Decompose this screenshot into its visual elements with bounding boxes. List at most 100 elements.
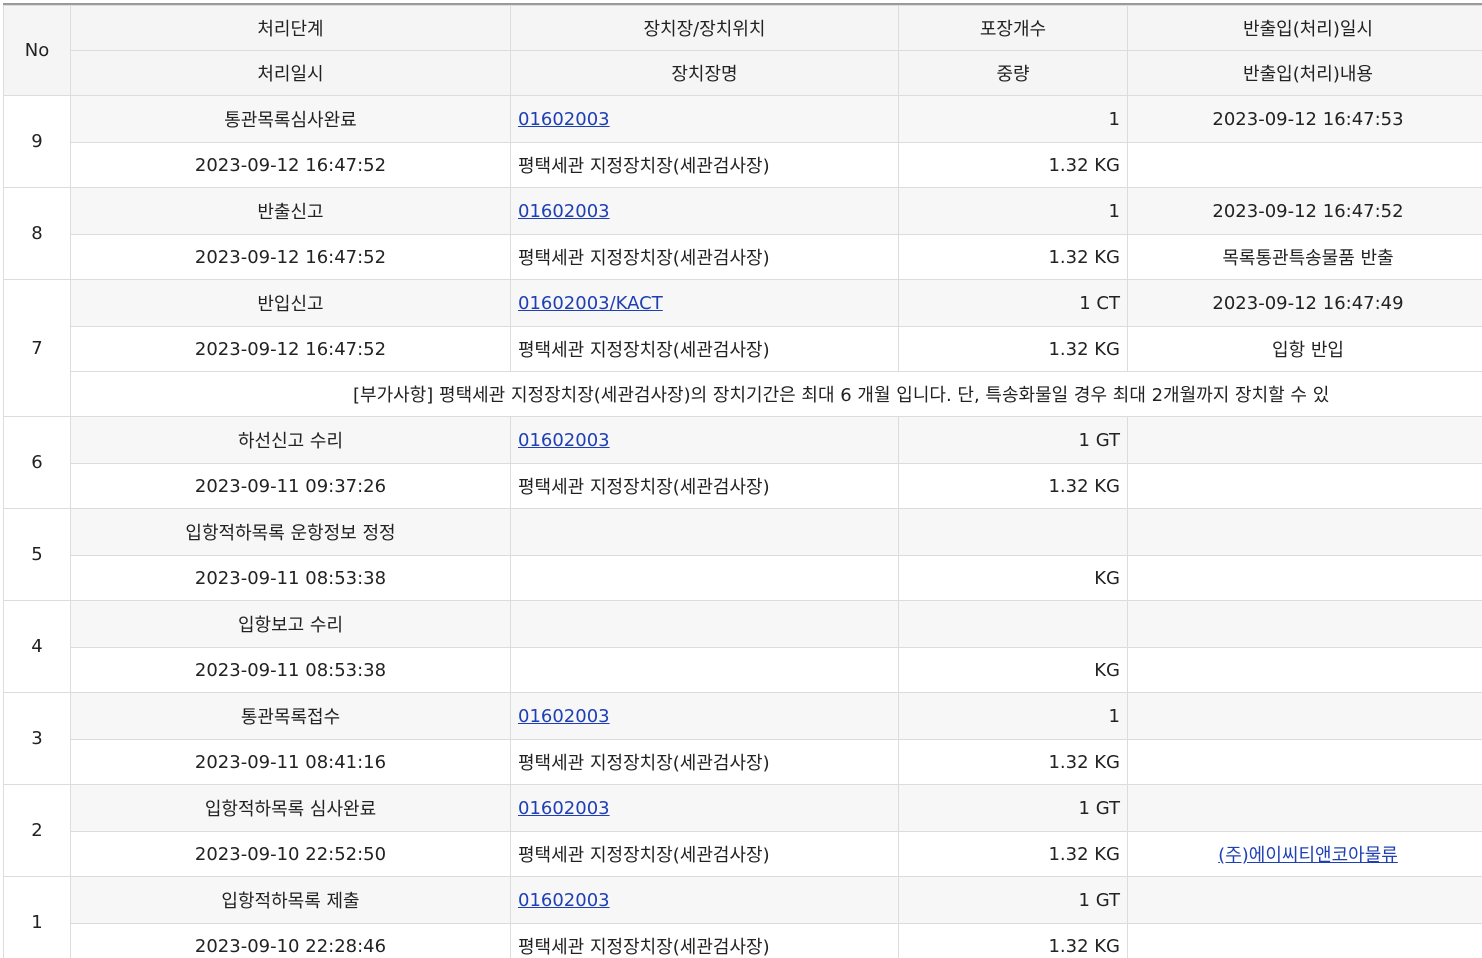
location-cell: 01602003: [510, 416, 899, 464]
table-row: 9 통관목록심사완료 01602003 1 2023-09-12 16:47:5…: [3, 95, 1482, 188]
table-body: 9 통관목록심사완료 01602003 1 2023-09-12 16:47:5…: [3, 95, 1482, 958]
location-link[interactable]: 01602003: [518, 430, 610, 451]
table-row-detail: 2023-09-12 16:47:52 평택세관 지정장치장(세관검사장) 1.…: [4, 326, 1482, 372]
table-row-note: [부가사항] 평택세관 지정장치장(세관검사장)의 장치기간은 최대 6 개월 …: [4, 371, 1482, 417]
header-package-count: 포장개수: [898, 5, 1128, 51]
io-content: 목록통관특송물품 반출: [1127, 234, 1482, 280]
table-row-detail: 2023-09-12 16:47:52 평택세관 지정장치장(세관검사장) 1.…: [4, 234, 1482, 280]
table-row-detail: 2023-09-11 08:53:38 KG: [4, 555, 1482, 601]
company-link[interactable]: (주)에이씨티앤코아물류: [1218, 845, 1398, 866]
io-time: [1127, 784, 1482, 832]
cargo-tracking-table-container: No 처리단계 장치장/장치위치 포장개수 반출입(처리)일시 처리일시 장치장…: [3, 3, 1482, 958]
location-cell: 01602003: [510, 692, 899, 740]
table-row: 5 입항적하목록 운항정보 정정: [3, 508, 1482, 601]
process-step: 반출신고: [70, 187, 511, 235]
row-number: 7: [3, 279, 71, 417]
header-step: 처리단계: [70, 5, 511, 51]
location-name: 평택세관 지정장치장(세관검사장): [510, 326, 899, 372]
table-row: 7 반입신고 01602003/KACT 1 CT 2023-09-12 16:…: [3, 279, 1482, 417]
location-link[interactable]: 01602003: [518, 890, 610, 911]
process-time: 2023-09-11 08:41:16: [70, 739, 511, 785]
io-content: [1127, 555, 1482, 601]
location-name: 평택세관 지정장치장(세관검사장): [510, 234, 899, 280]
process-time: 2023-09-11 09:37:26: [70, 463, 511, 509]
row-number: 1: [3, 876, 71, 958]
io-time: 2023-09-12 16:47:52: [1127, 187, 1482, 235]
location-link[interactable]: 01602003: [518, 201, 610, 222]
package-count: 1 GT: [898, 416, 1128, 464]
weight: KG: [898, 555, 1128, 601]
table-row-detail: 2023-09-10 22:28:46 평택세관 지정장치장(세관검사장) 1.…: [4, 923, 1482, 958]
weight: 1.32 KG: [898, 923, 1128, 958]
location-name: 평택세관 지정장치장(세관검사장): [510, 463, 899, 509]
header-weight: 중량: [898, 50, 1128, 96]
io-time: [1127, 600, 1482, 648]
weight: 1.32 KG: [898, 831, 1128, 877]
row-number: 4: [3, 600, 71, 693]
io-time: 2023-09-12 16:47:53: [1127, 95, 1482, 143]
header-process-time: 처리일시: [70, 50, 511, 96]
table-row: 6 하선신고 수리 01602003 1 GT: [3, 416, 1482, 509]
process-step: 반입신고: [70, 279, 511, 327]
location-cell: 01602003: [510, 187, 899, 235]
weight: KG: [898, 647, 1128, 693]
header-location: 장치장/장치위치: [510, 5, 899, 51]
io-time: 2023-09-12 16:47:49: [1127, 279, 1482, 327]
header-no: No: [3, 5, 71, 96]
process-time: 2023-09-12 16:47:52: [70, 234, 511, 280]
io-content-cell: (주)에이씨티앤코아물류: [1127, 831, 1482, 877]
process-step: 통관목록심사완료: [70, 95, 511, 143]
header-io-time: 반출입(처리)일시: [1127, 5, 1482, 51]
package-count: [898, 508, 1128, 556]
io-content: [1127, 463, 1482, 509]
weight: 1.32 KG: [898, 739, 1128, 785]
process-time: 2023-09-12 16:47:52: [70, 326, 511, 372]
table-row-detail: 2023-09-12 16:47:52 평택세관 지정장치장(세관검사장) 1.…: [4, 142, 1482, 188]
io-content: [1127, 142, 1482, 188]
io-time: [1127, 692, 1482, 740]
location-link[interactable]: 01602003/KACT: [518, 293, 663, 314]
process-time: 2023-09-11 08:53:38: [70, 555, 511, 601]
location-link[interactable]: 01602003: [518, 798, 610, 819]
location-cell: 01602003: [510, 95, 899, 143]
location-cell: [510, 508, 899, 556]
process-step: 입항적하목록 심사완료: [70, 784, 511, 832]
row-number: 3: [3, 692, 71, 785]
process-step: 입항적하목록 운항정보 정정: [70, 508, 511, 556]
location-cell: [510, 600, 899, 648]
process-time: 2023-09-12 16:47:52: [70, 142, 511, 188]
io-content: [1127, 923, 1482, 958]
table-row: 8 반출신고 01602003 1 2023-09-12 16:47:52: [3, 187, 1482, 280]
location-name: 평택세관 지정장치장(세관검사장): [510, 831, 899, 877]
weight: 1.32 KG: [898, 463, 1128, 509]
package-count: [898, 600, 1128, 648]
table-row-detail: 2023-09-11 08:41:16 평택세관 지정장치장(세관검사장) 1.…: [4, 739, 1482, 785]
io-content: [1127, 647, 1482, 693]
table-row: 4 입항보고 수리: [3, 600, 1482, 693]
row-number: 8: [3, 187, 71, 280]
location-link[interactable]: 01602003: [518, 706, 610, 727]
process-time: 2023-09-11 08:53:38: [70, 647, 511, 693]
row-number: 5: [3, 508, 71, 601]
process-step: 입항보고 수리: [70, 600, 511, 648]
cargo-progress-table: No 처리단계 장치장/장치위치 포장개수 반출입(처리)일시 처리일시 장치장…: [3, 5, 1482, 958]
weight: 1.32 KG: [898, 234, 1128, 280]
package-count: 1 GT: [898, 784, 1128, 832]
location-name: 평택세관 지정장치장(세관검사장): [510, 923, 899, 958]
table-row: 1 입항적하목록 제출 01602003 1 GT: [3, 876, 1482, 958]
package-count: 1: [898, 692, 1128, 740]
header-location-name: 장치장명: [510, 50, 899, 96]
location-link[interactable]: 01602003: [518, 109, 610, 130]
io-time: [1127, 416, 1482, 464]
location-name: 평택세관 지정장치장(세관검사장): [510, 739, 899, 785]
location-cell: 01602003: [510, 784, 899, 832]
additional-note: [부가사항] 평택세관 지정장치장(세관검사장)의 장치기간은 최대 6 개월 …: [70, 371, 1482, 417]
package-count: 1: [898, 187, 1128, 235]
io-time: [1127, 876, 1482, 924]
io-content: [1127, 739, 1482, 785]
package-count: 1 CT: [898, 279, 1128, 327]
process-step: 통관목록접수: [70, 692, 511, 740]
table-row-detail: 2023-09-10 22:52:50 평택세관 지정장치장(세관검사장) 1.…: [4, 831, 1482, 877]
row-number: 2: [3, 784, 71, 877]
table-row-detail: 2023-09-11 08:53:38 KG: [4, 647, 1482, 693]
